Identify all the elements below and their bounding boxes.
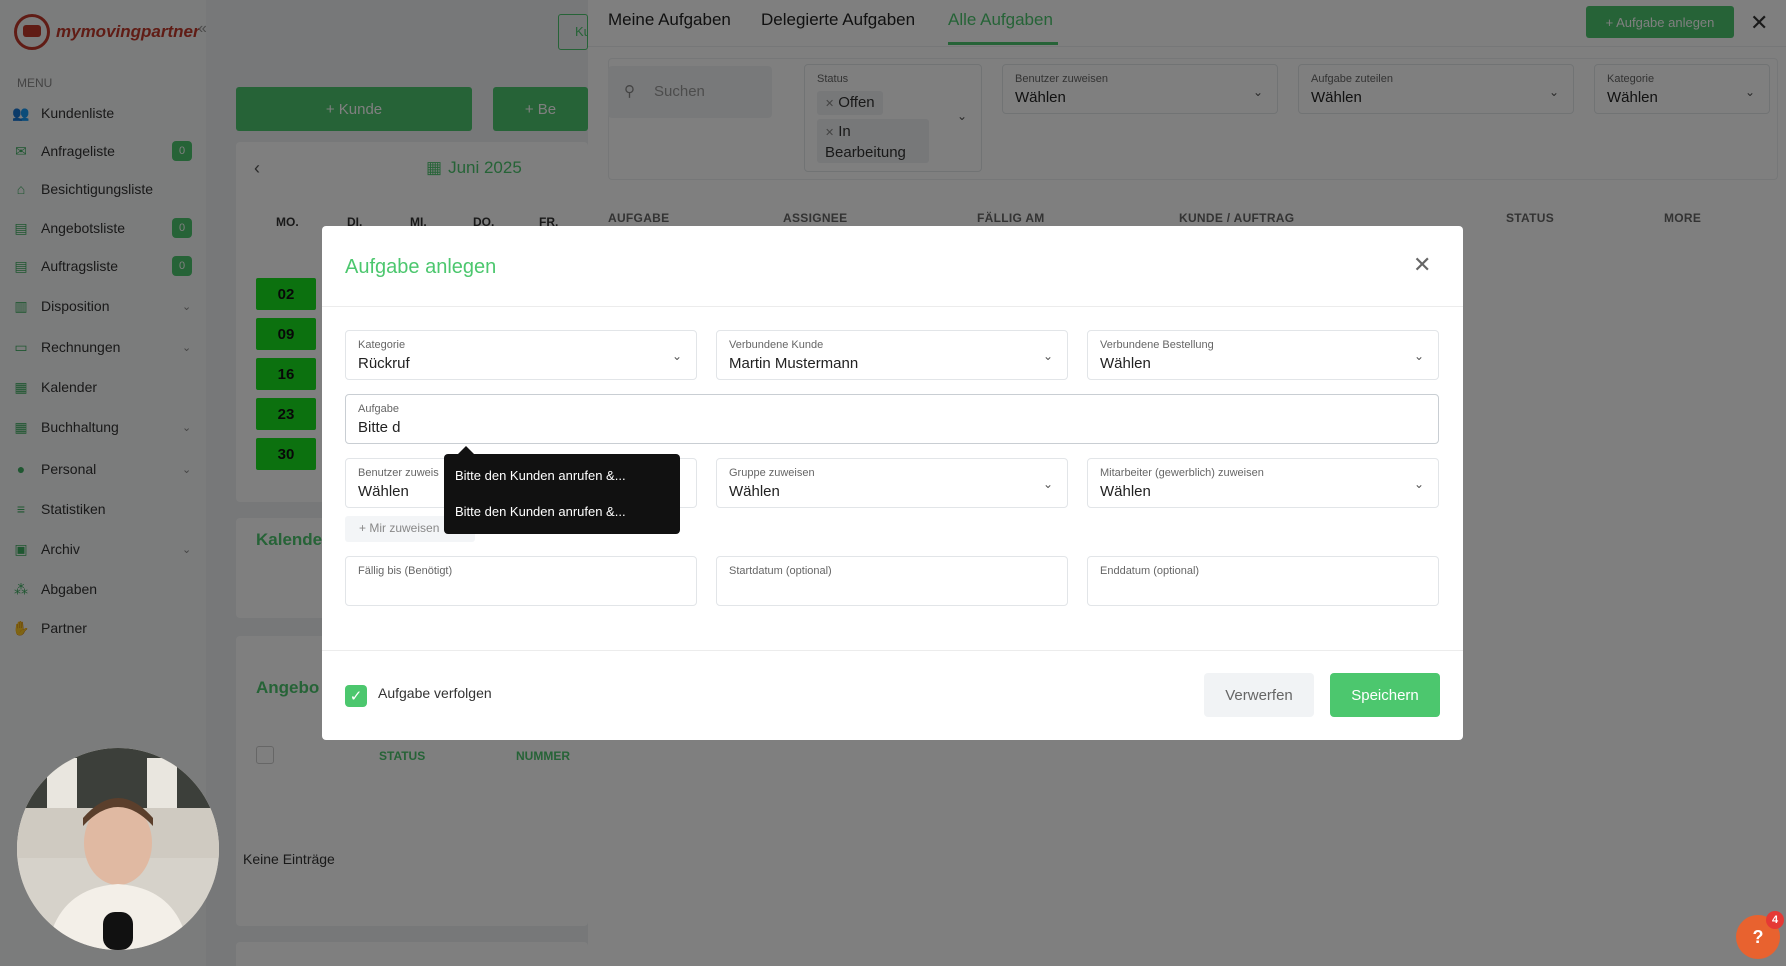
- chevron-down-icon: ⌄: [1042, 477, 1053, 491]
- field-label: Benutzer zuweis: [358, 467, 439, 479]
- webcam-person-image: [17, 748, 219, 950]
- help-button[interactable]: ? 4: [1736, 911, 1784, 959]
- discard-button[interactable]: Verwerfen: [1204, 673, 1314, 717]
- gruppe-select[interactable]: Gruppe zuweisen Wählen ⌄: [716, 458, 1068, 508]
- field-label: Kategorie: [358, 339, 406, 351]
- follow-task-checkbox[interactable]: ✓: [345, 685, 367, 707]
- suggestion-item[interactable]: Bitte den Kunden anrufen &...: [455, 504, 626, 519]
- faellig-date-input[interactable]: Fällig bis (Benötigt): [345, 556, 697, 606]
- field-label: Aufgabe: [358, 403, 399, 415]
- checkmark-icon: ✓: [349, 688, 363, 705]
- chevron-down-icon: ⌄: [671, 349, 682, 363]
- enddatum-input[interactable]: Enddatum (optional): [1087, 556, 1439, 606]
- kunde-select[interactable]: Verbundene Kunde Martin Mustermann ⌄: [716, 330, 1068, 380]
- field-label: Enddatum (optional): [1100, 565, 1200, 577]
- autocomplete-dropdown: Bitte den Kunden anrufen &... Bitte den …: [444, 446, 680, 534]
- notification-count-badge: 4: [1766, 911, 1784, 929]
- mitarbeiter-select[interactable]: Mitarbeiter (gewerblich) zuweisen Wählen…: [1087, 458, 1439, 508]
- aufgabe-input[interactable]: Aufgabe Bitte d: [345, 394, 1439, 444]
- bestellung-select[interactable]: Verbundene Bestellung Wählen ⌄: [1087, 330, 1439, 380]
- field-label: Startdatum (optional): [729, 565, 832, 577]
- help-icon: ?: [1752, 926, 1764, 947]
- field-label: Verbundene Bestellung: [1100, 339, 1214, 351]
- field-value: Martin Mustermann: [729, 355, 859, 372]
- field-value: Wählen: [1100, 483, 1151, 500]
- suggestion-item[interactable]: Bitte den Kunden anrufen &...: [455, 468, 626, 483]
- chevron-down-icon: ⌄: [1042, 349, 1053, 363]
- follow-task-label: Aufgabe verfolgen: [378, 685, 492, 701]
- field-value: Wählen: [358, 483, 409, 500]
- kategorie-select[interactable]: Kategorie Rückruf ⌄: [345, 330, 697, 380]
- field-value: Rückruf: [358, 355, 410, 372]
- aufgabe-value: Bitte d: [358, 419, 401, 436]
- startdatum-input[interactable]: Startdatum (optional): [716, 556, 1068, 606]
- field-label: Gruppe zuweisen: [729, 467, 815, 479]
- field-value: Wählen: [1100, 355, 1151, 372]
- webcam-video: [17, 748, 219, 950]
- save-button[interactable]: Speichern: [1330, 673, 1440, 717]
- modal-footer-divider: [322, 650, 1463, 651]
- field-label: Fällig bis (Benötigt): [358, 565, 453, 577]
- field-label: Mitarbeiter (gewerblich) zuweisen: [1100, 467, 1264, 479]
- modal-title: Aufgabe anlegen: [345, 256, 497, 278]
- chevron-down-icon: ⌄: [1413, 477, 1424, 491]
- chevron-down-icon: ⌄: [1413, 349, 1424, 363]
- field-value: Wählen: [729, 483, 780, 500]
- close-modal-icon[interactable]: ✕: [1413, 252, 1431, 278]
- field-label: Verbundene Kunde: [729, 339, 824, 351]
- modal-header-divider: [322, 306, 1463, 307]
